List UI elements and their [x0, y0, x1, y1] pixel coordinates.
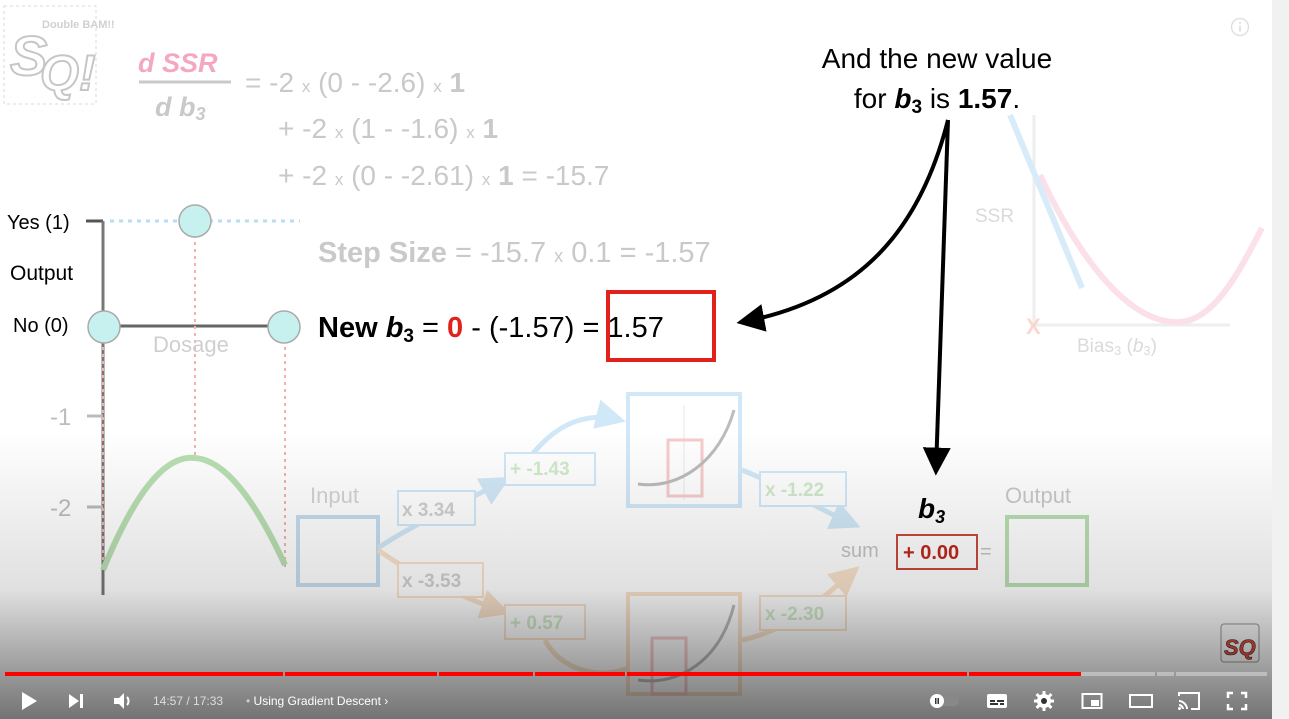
play-button[interactable] [15, 683, 43, 719]
yes-label: Yes (1) [7, 212, 70, 234]
next-icon [69, 694, 83, 708]
tick-neg1: -1 [50, 404, 71, 431]
progress-chapter-segment[interactable] [627, 672, 967, 676]
logo-text: Double BAM!! [42, 19, 115, 31]
callout-arrow-left [736, 119, 950, 332]
video-player[interactable]: S Q! Double BAM!! d SSR d b3 = -2 x (0 -… [0, 0, 1272, 719]
play-icon [22, 692, 37, 710]
chevron-right-icon: › [384, 694, 389, 708]
bias-bottom: + 0.57 [510, 613, 563, 634]
ssr-axis-label: SSR [975, 206, 1014, 227]
bias-top: + -1.43 [510, 459, 570, 480]
progress-played [5, 672, 283, 676]
b3-label: b3 [918, 493, 945, 527]
derivative-line-1: = -2 x (0 - -2.6) x 1 [245, 67, 465, 98]
volume-icon [114, 693, 130, 709]
video-frame: S Q! Double BAM!! d SSR d b3 = -2 x (0 -… [3, 5, 1265, 696]
bias-value: + 0.00 [903, 542, 959, 564]
left-plot: Yes (1) Output No (0) Dosage -1 -2 [7, 204, 301, 595]
progress-played [969, 672, 1082, 676]
subtitles-icon [987, 694, 1007, 708]
svg-text:d b3: d b3 [155, 92, 206, 124]
derivative-equation: d SSR d b3 = -2 x (0 - -2.6) x 1 + -2 x … [138, 48, 609, 191]
weight-out-bottom: x -2.30 [765, 604, 824, 625]
ssr-plot: SSR Bias3 (b3) X [975, 113, 1265, 358]
derivative-denominator-b: b [179, 92, 196, 122]
network-output-label: Output [1005, 483, 1071, 508]
weight-top: x 3.34 [402, 500, 455, 521]
time-display: 14:57 / 17:33 [153, 694, 224, 708]
progress-chapter-segment[interactable] [285, 672, 437, 676]
autoplay-toggle[interactable] [925, 683, 965, 719]
cast-button[interactable] [1174, 683, 1204, 719]
progress-chapter-segment[interactable] [535, 672, 625, 676]
progress-played [535, 672, 625, 676]
channel-logo-icon[interactable]: SQ [1220, 623, 1260, 663]
derivative-line-2: + -2 x (1 - -1.6) x 1 [278, 113, 498, 144]
b3-sum-node: b3 sum + 0.00 = Output [841, 483, 1089, 587]
miniplayer-button[interactable] [1078, 683, 1106, 719]
page-scrollbar[interactable] [1272, 0, 1289, 719]
chapter-button[interactable]: • Using Gradient Descent › [246, 694, 388, 708]
weight-out-top: x -1.22 [765, 480, 824, 501]
progress-chapter-segment[interactable] [5, 672, 283, 676]
settings-button[interactable] [1030, 683, 1058, 719]
callout-line-2: for b3 is 1.57. [854, 83, 1020, 118]
fullscreen-button[interactable] [1222, 683, 1252, 719]
mute-button[interactable] [110, 683, 138, 719]
chapter-title: Using Gradient Descent [253, 694, 381, 708]
next-button[interactable] [63, 683, 89, 719]
progress-chapter-segment[interactable] [1176, 672, 1267, 676]
gear-icon [1034, 691, 1054, 711]
callout-line-1: And the new value [822, 43, 1052, 74]
progress-played [439, 672, 533, 676]
step-size-equation: Step Size = -15.7 x 0.1 = -1.57 [318, 237, 711, 269]
dosage-label: Dosage [153, 332, 229, 357]
cast-icon [1178, 692, 1200, 710]
derivative-denominator-sub: 3 [196, 104, 206, 124]
progress-played [627, 672, 967, 676]
page: S Q! Double BAM!! d SSR d b3 = -2 x (0 -… [0, 0, 1289, 719]
network-input-label: Input [310, 483, 359, 508]
neural-network: Input x 3.34 x -3.53 + -1.43 + 0.57 x -1… [296, 392, 861, 696]
no-label: No (0) [13, 315, 69, 337]
sum-label: sum [841, 540, 879, 562]
statquest-logo: S Q! Double BAM!! [3, 5, 115, 105]
ssr-xaxis-label: Bias3 (b3) [1077, 336, 1157, 358]
equals-sign: = [980, 541, 992, 563]
output-axis-label: Output [10, 262, 73, 285]
derivative-line-3: + -2 x (0 - -2.61) x 1 = -15.7 [278, 160, 609, 191]
theater-mode-icon [1129, 694, 1153, 708]
progress-chapter-segment[interactable] [969, 672, 1155, 676]
theater-mode-button[interactable] [1126, 683, 1156, 719]
derivative-numerator: d SSR [138, 48, 218, 78]
progress-bar[interactable] [5, 672, 1267, 676]
miniplayer-icon [1081, 693, 1103, 709]
derivative-denominator-d: d [155, 92, 172, 122]
new-b3-equation: New b3 = 0 - (-1.57) = 1.57 [318, 312, 664, 347]
progress-chapter-segment[interactable] [1157, 672, 1174, 676]
subtitles-button[interactable] [983, 683, 1011, 719]
info-icon[interactable] [1230, 17, 1250, 37]
callout: And the new value for b3 is 1.57. [736, 43, 1052, 476]
svg-text:SQ: SQ [1224, 635, 1256, 660]
autoplay-toggle-icon [929, 694, 959, 708]
weight-bottom: x -3.53 [402, 571, 461, 592]
progress-played [285, 672, 437, 676]
tick-neg2: -2 [50, 495, 71, 522]
fullscreen-icon [1226, 691, 1248, 711]
callout-arrow-down [922, 119, 951, 476]
player-controls: 14:57 / 17:33 • Using Gradient Descent › [0, 683, 1272, 719]
ssr-marker: X [1026, 314, 1041, 339]
svg-text:Q!: Q! [40, 45, 96, 101]
progress-chapter-segment[interactable] [439, 672, 533, 676]
